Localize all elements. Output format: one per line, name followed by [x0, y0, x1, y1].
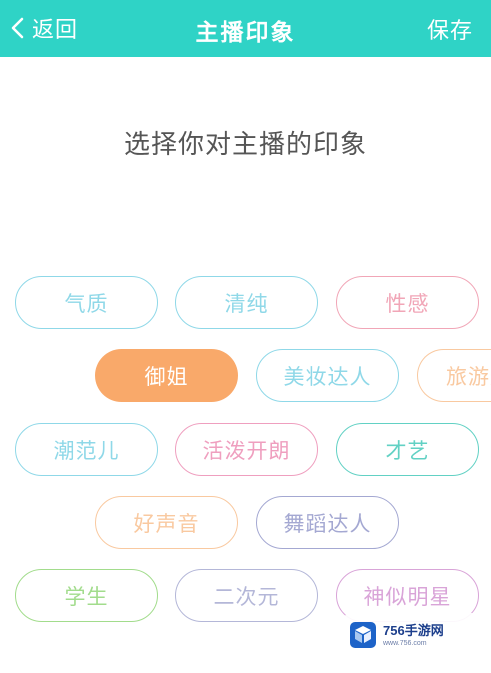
prompt-text: 选择你对主播的印象: [123, 130, 367, 160]
watermark-logo: 756手游网 www.756.com: [345, 613, 477, 657]
tag-meizhuang-daren[interactable]: 美妆达人: [256, 349, 399, 402]
tag-huopo-kailang[interactable]: 活泼开朗: [175, 423, 318, 476]
page-title: 主播印象: [195, 20, 296, 46]
watermark-title: 756手游网: [383, 622, 444, 638]
tag-xinggan[interactable]: 性感: [336, 276, 479, 329]
tag-caiyi[interactable]: 才艺: [336, 423, 479, 476]
tag-xuesheng[interactable]: 学生: [15, 569, 158, 622]
tag-lvyou-daren[interactable]: 旅游达: [417, 349, 491, 402]
tag-wudao-daren[interactable]: 舞蹈达人: [256, 496, 399, 549]
cube-logo-icon: [350, 622, 376, 648]
page: 返回 主播印象 保存 选择你对主播的印象 气质 清纯 性感 御姐 美妆达人 旅游…: [0, 0, 491, 673]
tag-qizhi[interactable]: 气质: [15, 276, 158, 329]
tag-hao-shengyin[interactable]: 好声音: [95, 496, 238, 549]
tag-yujie[interactable]: 御姐: [95, 349, 238, 402]
save-button[interactable]: 保存: [427, 13, 473, 45]
tag-chaofaner[interactable]: 潮范儿: [15, 423, 158, 476]
tag-qingchun[interactable]: 清纯: [175, 276, 318, 329]
watermark-url: www.756.com: [383, 639, 427, 647]
tag-erciyuan[interactable]: 二次元: [175, 569, 318, 622]
header-bar: 返回 主播印象 保存: [0, 0, 491, 57]
